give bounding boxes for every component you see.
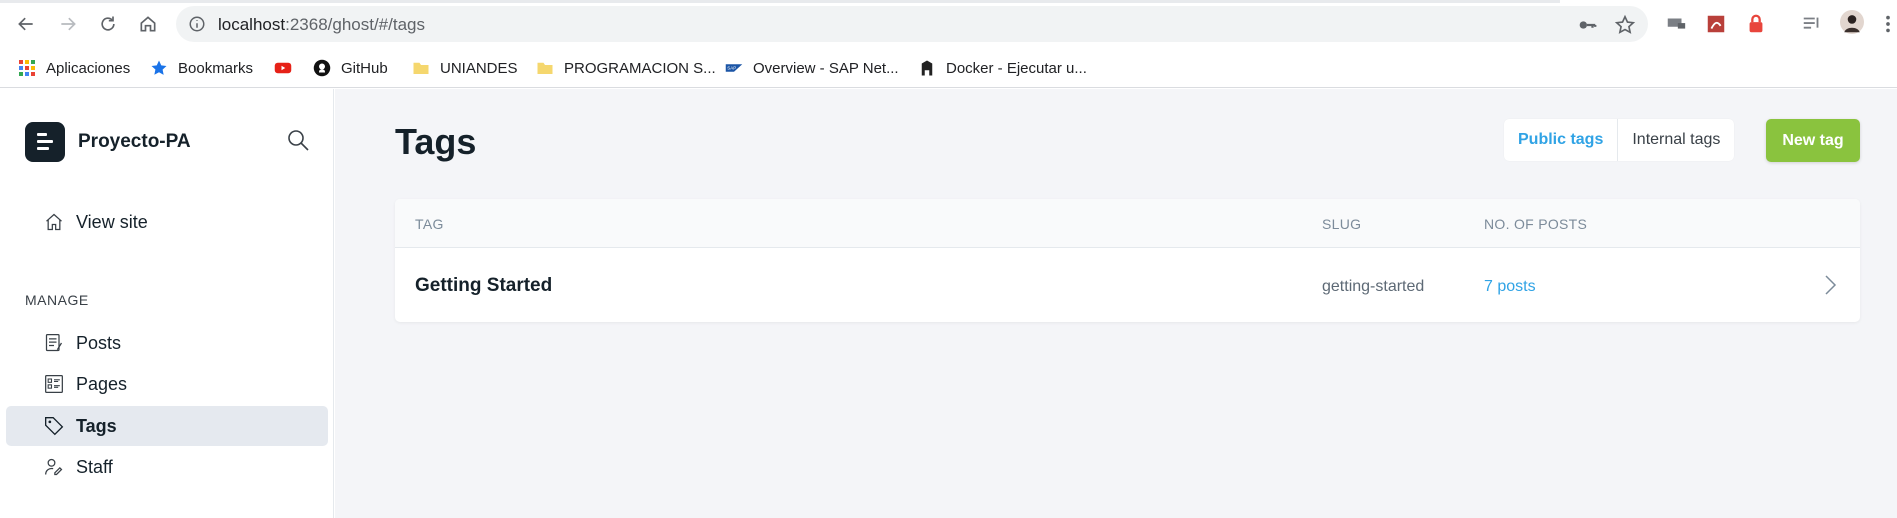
forward-button[interactable]	[54, 10, 82, 38]
ghost-logo-icon	[25, 122, 65, 162]
reload-icon	[101, 16, 115, 31]
page-title: Tags	[395, 121, 477, 162]
playlist-icon[interactable]	[1800, 12, 1824, 36]
youtube-icon	[274, 62, 292, 74]
table-row[interactable]: Getting Started getting-started 7 posts	[395, 248, 1860, 322]
bookmarks-bar: Aplicaciones Bookmarks GitHub UNIANDES P…	[0, 48, 1897, 88]
tag-icon	[45, 417, 64, 436]
cast-icon[interactable]	[1664, 12, 1688, 36]
back-button[interactable]	[12, 10, 40, 38]
star-icon[interactable]	[1614, 14, 1636, 36]
arrow-right-icon	[61, 17, 76, 31]
tag-slug: getting-started	[1322, 278, 1425, 295]
bookmark-uniandes[interactable]: UNIANDES	[412, 56, 518, 80]
nav-view-site[interactable]: View site	[6, 202, 328, 242]
lock-extension-icon[interactable]	[1744, 12, 1768, 36]
bookmark-github[interactable]: GitHub	[313, 56, 388, 80]
address-bar[interactable]: localhost:2368/ghost/#/tags	[176, 6, 1648, 42]
tag-post-count[interactable]: 7 posts	[1484, 278, 1536, 296]
site-name: Proyecto-PA	[78, 131, 191, 152]
staff-icon	[45, 458, 63, 476]
chevron-right-icon[interactable]	[1819, 273, 1841, 297]
tag-type-filter: Public tags Internal tags	[1504, 119, 1735, 161]
folder-icon	[537, 62, 553, 74]
table-header: TAG SLUG NO. OF POSTS	[395, 199, 1860, 248]
nav-posts[interactable]: Posts	[6, 323, 328, 363]
bookmark-bookmarks[interactable]: Bookmarks	[150, 56, 253, 80]
menu-dots-icon[interactable]	[1876, 12, 1897, 36]
browser-toolbar: localhost:2368/ghost/#/tags	[0, 0, 1897, 48]
info-icon[interactable]	[188, 15, 206, 33]
column-header-posts: NO. OF POSTS	[1484, 216, 1588, 232]
reload-button[interactable]	[94, 10, 122, 38]
nav-staff[interactable]: Staff	[6, 447, 328, 487]
public-tags-tab[interactable]: Public tags	[1504, 119, 1619, 161]
sidebar: Proyecto-PA View site MANAGE Posts Pages…	[0, 89, 334, 518]
bookmark-sap[interactable]: SAP Overview - SAP Net...	[725, 56, 899, 80]
bookmark-aplicaciones[interactable]: Aplicaciones	[18, 56, 130, 80]
github-icon	[313, 59, 331, 77]
new-tag-button[interactable]: New tag	[1766, 119, 1860, 162]
key-icon[interactable]	[1576, 14, 1598, 36]
avatar[interactable]	[1840, 10, 1864, 34]
column-header-tag: TAG	[415, 216, 444, 232]
search-icon[interactable]	[286, 128, 310, 152]
sap-icon: SAP	[725, 64, 743, 72]
bookmark-youtube[interactable]	[274, 56, 292, 80]
nav-tags[interactable]: Tags	[6, 406, 328, 446]
folder-icon	[413, 62, 429, 74]
tag-name[interactable]: Getting Started	[415, 275, 552, 297]
tab-strip-edge	[0, 0, 1560, 3]
arrow-left-icon	[18, 17, 33, 31]
docker-icon	[921, 60, 933, 76]
bookmark-docker[interactable]: Docker - Ejecutar u...	[918, 56, 1087, 80]
site-brand[interactable]: Proyecto-PA	[25, 122, 191, 162]
nav-pages[interactable]: Pages	[6, 364, 328, 404]
apps-grid-icon	[19, 60, 35, 76]
home-icon	[46, 213, 62, 231]
svg-text:SAP: SAP	[727, 66, 736, 71]
star-icon	[151, 60, 167, 75]
tags-table: TAG SLUG NO. OF POSTS Getting Started ge…	[395, 199, 1860, 322]
home-button[interactable]	[134, 10, 162, 38]
internal-tags-tab[interactable]: Internal tags	[1618, 119, 1734, 161]
main-content: Tags Public tags Internal tags New tag T…	[335, 89, 1897, 518]
pages-icon	[45, 375, 63, 393]
bookmark-programacion[interactable]: PROGRAMACION S...	[536, 56, 716, 80]
home-icon	[140, 16, 156, 32]
column-header-slug: SLUG	[1322, 216, 1362, 232]
pdf-icon[interactable]	[1704, 12, 1728, 36]
manage-section-label: MANAGE	[25, 292, 89, 308]
url-text: localhost:2368/ghost/#/tags	[218, 15, 425, 34]
posts-icon	[45, 334, 63, 352]
